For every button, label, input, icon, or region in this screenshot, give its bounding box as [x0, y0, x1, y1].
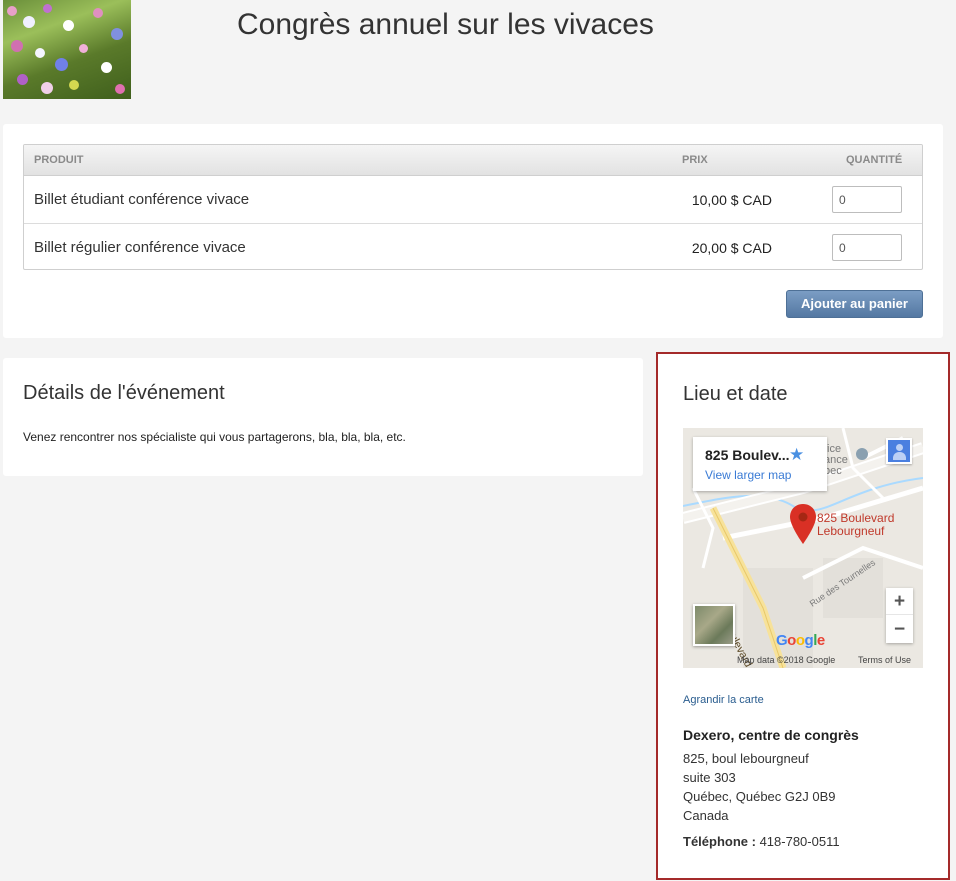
map-data-attribution: Map data ©2018 Google [737, 655, 836, 665]
venue-phone: Téléphone : 418-780-0511 [683, 834, 840, 849]
table-row: Billet étudiant conférence vivace 10,00 … [24, 176, 922, 223]
view-larger-map-link[interactable]: View larger map [705, 468, 791, 482]
map-card-address: 825 Boulev... [705, 447, 790, 463]
address-line: suite 303 [683, 770, 736, 785]
map-poi-label: fice ance bec [824, 443, 848, 477]
ticket-table: PRODUIT PRIX QUANTITÉ Billet étudiant co… [23, 144, 923, 270]
map-info-card: 825 Boulev... ★ View larger map [693, 437, 827, 491]
map-footer: Map data ©2018 Google Terms of Use [683, 654, 923, 668]
map-poi-icon [856, 448, 868, 460]
details-title: Détails de l'événement [23, 382, 225, 404]
phone-label: Téléphone : [683, 834, 756, 849]
star-icon[interactable]: ★ [789, 445, 804, 465]
table-header: PRODUIT PRIX QUANTITÉ [24, 145, 922, 176]
ticket-cart-panel: PRODUIT PRIX QUANTITÉ Billet étudiant co… [3, 124, 943, 338]
map-marker-icon[interactable] [790, 504, 816, 544]
zoom-out-button[interactable]: − [886, 616, 913, 643]
phone-number: 418-780-0511 [759, 834, 840, 849]
column-header-quantity: QUANTITÉ [846, 154, 903, 166]
map-zoom-control: + − [886, 588, 913, 643]
page-title: Congrès annuel sur les vivaces [237, 8, 654, 41]
location-panel: Lieu et date fice ance bec 825 Boulev... ★ [656, 352, 950, 880]
zoom-in-button[interactable]: + [886, 588, 913, 615]
satellite-view-toggle[interactable] [693, 604, 735, 646]
terms-of-use-link[interactable]: Terms of Use [858, 655, 911, 665]
event-details-panel: Détails de l'événement Venez rencontrer … [3, 358, 643, 476]
address-line: Canada [683, 808, 729, 823]
map-marker-label: 825 Boulevard Lebourgneuf [817, 511, 895, 538]
enlarge-map-link[interactable]: Agrandir la carte [683, 694, 764, 706]
details-text: Venez rencontrer nos spécialiste qui vou… [23, 430, 406, 444]
ticket-price: 20,00 $ CAD [691, 240, 772, 256]
ticket-price: 10,00 $ CAD [691, 192, 772, 208]
location-title: Lieu et date [683, 383, 788, 405]
street-view-icon[interactable] [886, 438, 912, 464]
add-to-cart-button[interactable]: Ajouter au panier [786, 290, 923, 318]
table-row: Billet régulier conférence vivace 20,00 … [24, 223, 922, 269]
venue-name: Dexero, centre de congrès [683, 727, 859, 743]
ticket-name: Billet étudiant conférence vivace [34, 191, 250, 208]
ticket-name: Billet régulier conférence vivace [34, 239, 246, 256]
column-header-price: PRIX [682, 154, 708, 166]
venue-address: 825, boul lebourgneuf suite 303 Québec, … [683, 749, 835, 825]
quantity-input[interactable] [832, 186, 902, 213]
google-logo: Google [776, 632, 825, 649]
address-line: 825, boul lebourgneuf [683, 751, 809, 766]
quantity-input[interactable] [832, 234, 902, 261]
event-image [3, 0, 131, 99]
map[interactable]: fice ance bec 825 Boulev... ★ View larger … [683, 428, 923, 668]
column-header-product: PRODUIT [34, 154, 84, 166]
address-line: Québec, Québec G2J 0B9 [683, 789, 836, 804]
